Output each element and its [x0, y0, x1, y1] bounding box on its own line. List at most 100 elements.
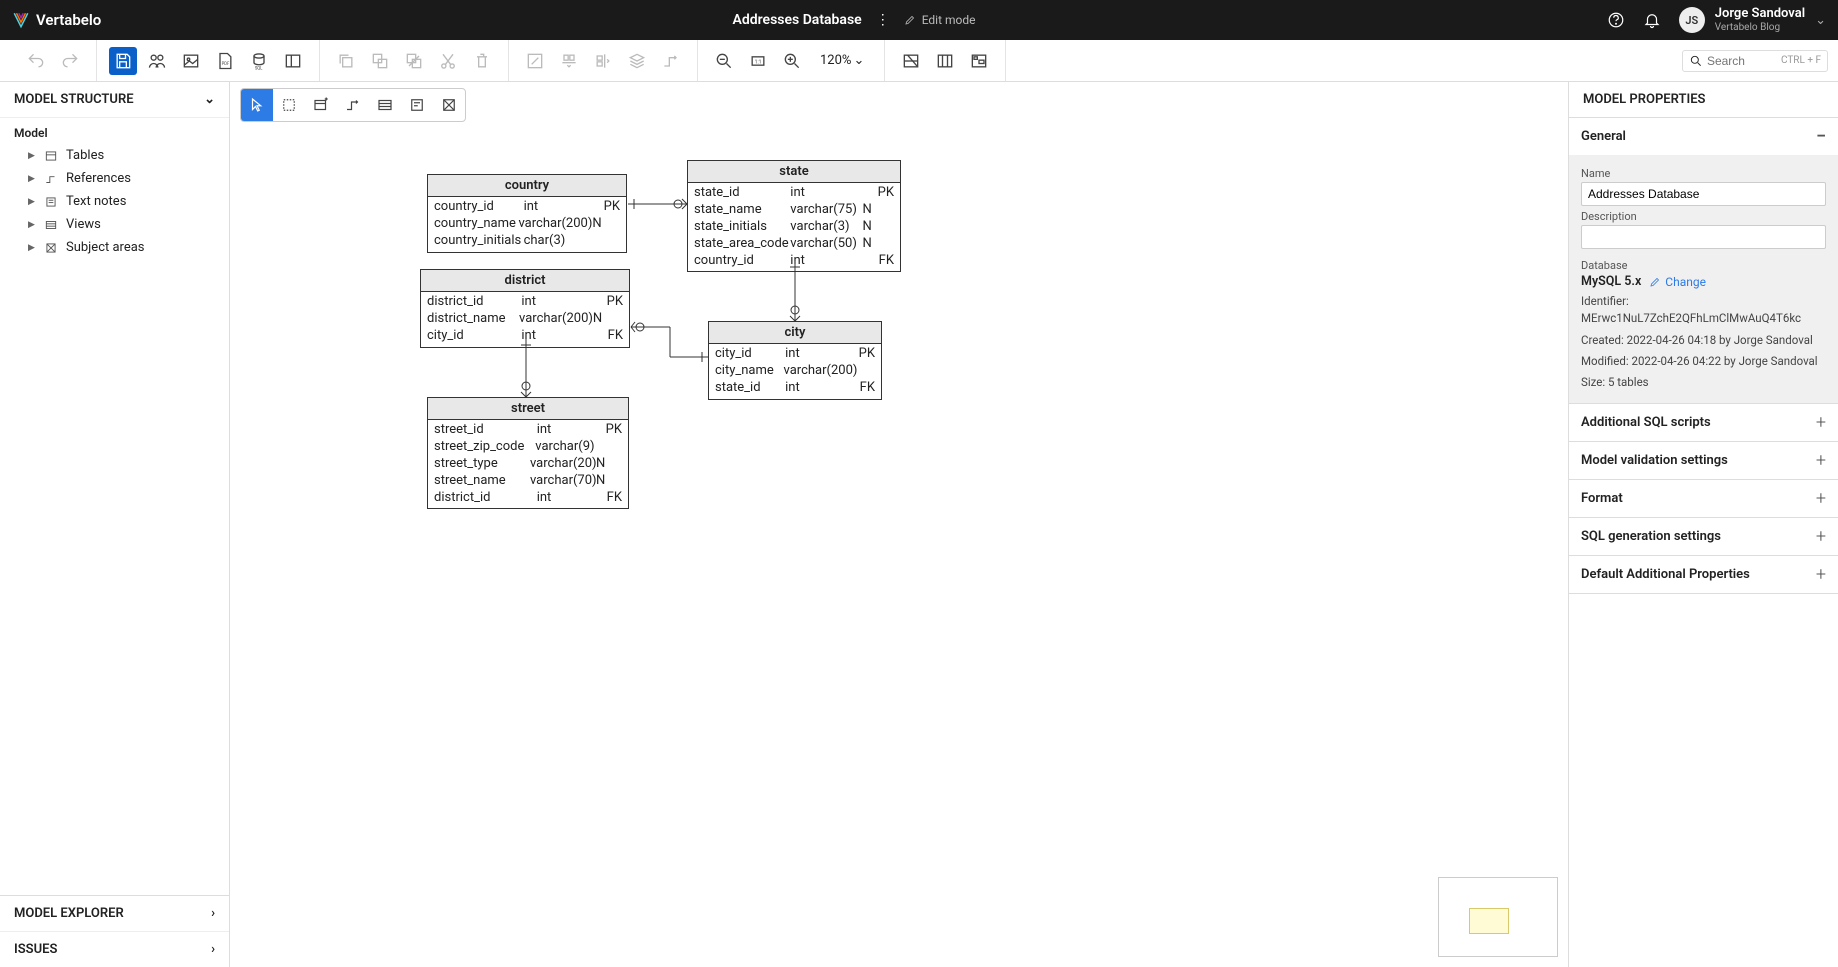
- save-button[interactable]: [109, 47, 137, 75]
- entity-district[interactable]: district district_idintPK district_namev…: [420, 269, 630, 348]
- delete-button[interactable]: [468, 47, 496, 75]
- sidebar-item-label: Subject areas: [66, 240, 145, 255]
- fit-button[interactable]: [521, 47, 549, 75]
- model-explorer-header[interactable]: MODEL EXPLORER ›: [0, 896, 229, 932]
- expand-icon: +: [1816, 450, 1826, 471]
- pencil-icon: [1649, 276, 1661, 288]
- toggle-minimap-button[interactable]: [965, 47, 993, 75]
- zoom-reset-button[interactable]: 1:1: [744, 47, 772, 75]
- entity-state[interactable]: state state_idintPK state_namevarchar(75…: [687, 160, 901, 272]
- marquee-tool[interactable]: [273, 89, 305, 121]
- collapse-icon: −: [1816, 126, 1826, 147]
- entity-body: city_idintPK city_namevarchar(200) state…: [709, 344, 881, 399]
- add-reference-tool[interactable]: [337, 89, 369, 121]
- align-h-button[interactable]: [555, 47, 583, 75]
- duplicate-button[interactable]: [400, 47, 428, 75]
- attr-row: district_idintPK: [427, 294, 623, 311]
- entity-country[interactable]: country country_idintPK country_namevarc…: [427, 174, 627, 253]
- collaborators-button[interactable]: [143, 47, 171, 75]
- toggle-columns-button[interactable]: [931, 47, 959, 75]
- add-view-tool[interactable]: [369, 89, 401, 121]
- redo-button[interactable]: [56, 47, 84, 75]
- header-right: JS Jorge Sandoval Vertabelo Blog ⌄: [1607, 7, 1826, 33]
- change-database-button[interactable]: Change: [1649, 275, 1706, 289]
- attr-row: state_initialsvarchar(3)N: [694, 219, 894, 236]
- canvas[interactable]: country country_idintPK country_namevarc…: [230, 82, 1568, 967]
- sidebar-item-text-notes[interactable]: ▶Text notes: [14, 190, 215, 213]
- layers-button[interactable]: [623, 47, 651, 75]
- minimap[interactable]: [1438, 877, 1558, 957]
- entity-city[interactable]: city city_idintPK city_namevarchar(200) …: [708, 321, 882, 400]
- model-structure-header[interactable]: MODEL STRUCTURE ⌄: [0, 82, 229, 118]
- bell-icon[interactable]: [1643, 11, 1661, 29]
- toggle-panel-button[interactable]: [279, 47, 307, 75]
- description-input[interactable]: [1581, 225, 1826, 249]
- minimap-viewport[interactable]: [1469, 908, 1509, 934]
- undo-button[interactable]: [22, 47, 50, 75]
- route-button[interactable]: [657, 47, 685, 75]
- format-header[interactable]: Format+: [1569, 480, 1838, 517]
- general-header[interactable]: General −: [1569, 118, 1838, 155]
- user-menu[interactable]: JS Jorge Sandoval Vertabelo Blog ⌄: [1679, 7, 1826, 33]
- zoom-in-button[interactable]: [778, 47, 806, 75]
- paste-button[interactable]: [366, 47, 394, 75]
- export-pdf-button[interactable]: PDF: [211, 47, 239, 75]
- size-text: Size: 5 tables: [1581, 374, 1826, 391]
- database-label: Database: [1581, 259, 1826, 272]
- toggle-grid-button[interactable]: [897, 47, 925, 75]
- general-section: General − Name Description Database MySQ…: [1569, 118, 1838, 404]
- reference-icon: [44, 172, 58, 186]
- edit-mode-indicator[interactable]: Edit mode: [904, 13, 976, 27]
- search-box[interactable]: CTRL + F: [1682, 50, 1828, 72]
- export-image-button[interactable]: [177, 47, 205, 75]
- entity-header: street: [428, 398, 628, 420]
- pencil-icon: [904, 14, 916, 26]
- add-table-tool[interactable]: [305, 89, 337, 121]
- add-note-tool[interactable]: [401, 89, 433, 121]
- sidebar-item-subject-areas[interactable]: ▶Subject areas: [14, 236, 215, 259]
- issues-header[interactable]: ISSUES ›: [0, 932, 229, 967]
- section-label: Additional SQL scripts: [1581, 415, 1711, 430]
- section-label: Model validation settings: [1581, 453, 1728, 468]
- attr-row: state_area_codevarchar(50)N: [694, 236, 894, 253]
- sidebar-item-views[interactable]: ▶Views: [14, 213, 215, 236]
- attr-row: country_namevarchar(200)N: [434, 216, 620, 233]
- model-validation-header[interactable]: Model validation settings +: [1569, 442, 1838, 479]
- align-v-button[interactable]: [589, 47, 617, 75]
- default-props-header[interactable]: Default Additional Properties+: [1569, 556, 1838, 593]
- search-input[interactable]: [1707, 54, 1777, 68]
- copy-button[interactable]: [332, 47, 360, 75]
- zoom-out-button[interactable]: [710, 47, 738, 75]
- model-root[interactable]: Model: [14, 126, 215, 140]
- sidebar-item-references[interactable]: ▶References: [14, 167, 215, 190]
- zoom-dropdown[interactable]: 120% ⌄: [812, 53, 872, 68]
- expand-icon: +: [1816, 526, 1826, 547]
- canvas-area[interactable]: country country_idintPK country_namevarc…: [230, 82, 1568, 967]
- expand-icon: +: [1816, 488, 1826, 509]
- model-properties-label: MODEL PROPERTIES: [1583, 92, 1705, 107]
- name-input[interactable]: [1581, 182, 1826, 206]
- attr-row: state_idintFK: [715, 380, 875, 397]
- attr-row: country_idintPK: [434, 199, 620, 216]
- add-area-tool[interactable]: [433, 89, 465, 121]
- generate-sql-button[interactable]: SQL: [245, 47, 273, 75]
- additional-sql-header[interactable]: Additional SQL scripts+: [1569, 404, 1838, 441]
- sql-generation-header[interactable]: SQL generation settings+: [1569, 518, 1838, 555]
- attr-row: city_idintPK: [715, 346, 875, 363]
- entity-body: street_idintPK street_zip_codevarchar(9)…: [428, 420, 628, 508]
- left-panel: MODEL STRUCTURE ⌄ Model ▶Tables ▶Referen…: [0, 82, 230, 967]
- attr-row: district_idintFK: [434, 490, 622, 507]
- chevron-down-icon: ⌄: [853, 53, 864, 68]
- cut-button[interactable]: [434, 47, 462, 75]
- sidebar-item-tables[interactable]: ▶Tables: [14, 144, 215, 167]
- attr-row: street_namevarchar(70)N: [434, 473, 622, 490]
- help-icon[interactable]: [1607, 11, 1625, 29]
- change-label: Change: [1665, 275, 1706, 289]
- doc-menu-button[interactable]: ⋮: [876, 12, 890, 28]
- select-tool[interactable]: [241, 89, 273, 121]
- svg-text:SQL: SQL: [255, 66, 263, 71]
- logo[interactable]: Vertabelo: [12, 11, 101, 29]
- name-label: Name: [1581, 167, 1826, 180]
- general-body: Name Description Database MySQL 5.x Chan…: [1569, 155, 1838, 403]
- entity-street[interactable]: street street_idintPK street_zip_codevar…: [427, 397, 629, 509]
